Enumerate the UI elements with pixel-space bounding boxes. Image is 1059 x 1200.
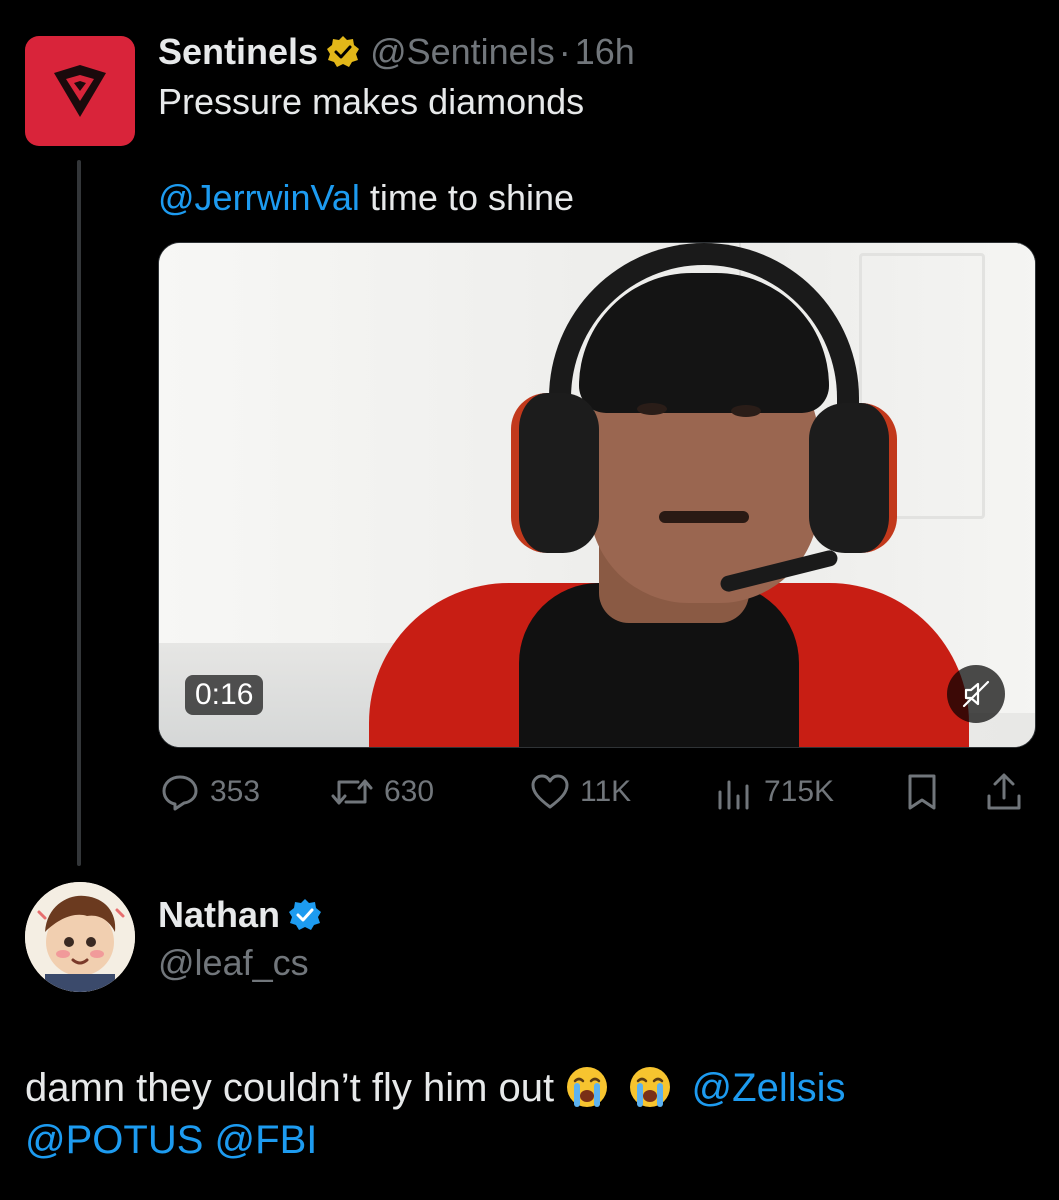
like-button[interactable]: 11K <box>530 770 631 814</box>
tweet-text-line-2: @JerrwinVal time to shine <box>158 176 574 220</box>
reply-count: 353 <box>210 775 261 808</box>
sentinels-logo-icon <box>54 65 106 117</box>
like-count: 11K <box>580 775 632 808</box>
tweet-header: Sentinels @Sentinels · 16h <box>158 30 635 74</box>
mention-potus[interactable]: @POTUS <box>25 1118 203 1162</box>
loudly-crying-face-emoji <box>630 1067 671 1107</box>
author-name[interactable]: Sentinels <box>158 30 318 74</box>
reply-icon <box>162 775 198 811</box>
loudly-crying-face-emoji <box>567 1067 608 1107</box>
share-button[interactable] <box>984 770 1024 814</box>
mute-icon <box>962 680 990 708</box>
tweet-actions-bar: 353 630 11K 715K <box>158 770 1038 814</box>
like-icon <box>531 774 569 809</box>
video-player[interactable]: 0:16 <box>158 242 1036 748</box>
reply-button[interactable]: 353 <box>160 770 260 814</box>
video-duration-badge: 0:16 <box>185 675 264 715</box>
reply-text: damn they couldn’t fly him out @Zellsis … <box>25 1062 1025 1166</box>
reply-author-name[interactable]: Nathan <box>158 893 280 937</box>
author-handle[interactable]: @Sentinels <box>370 30 555 74</box>
thread-connector-line <box>77 160 81 866</box>
reply-text-body: damn they couldn’t fly him out <box>25 1066 555 1110</box>
views-button[interactable]: 715K <box>714 770 834 814</box>
mention-zellsis[interactable]: @Zellsis <box>692 1066 846 1110</box>
share-icon <box>987 773 1021 810</box>
timestamp[interactable]: 16h <box>575 30 635 74</box>
video-frame-eye-left <box>637 403 667 415</box>
video-frame-headset-left-cup <box>511 393 599 553</box>
mute-button[interactable] <box>947 665 1005 723</box>
tweet-text-continuation: time to shine <box>359 177 575 218</box>
mention-link[interactable]: @JerrwinVal <box>158 177 360 218</box>
views-icon <box>718 780 749 810</box>
repost-button[interactable]: 630 <box>330 770 434 814</box>
bookmark-icon <box>908 774 936 810</box>
verified-blue-icon[interactable] <box>288 898 322 932</box>
reply-author-handle[interactable]: @leaf_cs <box>158 941 309 985</box>
mention-fbi[interactable]: @FBI <box>215 1118 318 1162</box>
video-frame-headset-right-cup <box>809 403 897 553</box>
video-frame-eye-right <box>731 405 761 417</box>
sentinels-avatar[interactable] <box>25 36 135 146</box>
cartoon-avatar-image <box>25 882 135 992</box>
repost-count: 630 <box>384 775 435 808</box>
repost-icon <box>331 779 373 805</box>
views-count: 715K <box>764 775 835 808</box>
verified-gold-icon[interactable] <box>326 35 360 69</box>
tweet-thread: Sentinels @Sentinels · 16h Pressure make… <box>0 0 1059 1200</box>
nathan-avatar[interactable] <box>25 882 135 992</box>
tweet-text-line-1: Pressure makes diamonds <box>158 81 585 122</box>
reply-author: Nathan <box>158 893 322 937</box>
separator-dot: · <box>558 31 571 72</box>
video-frame-mustache <box>659 511 749 523</box>
bookmark-button[interactable] <box>902 770 942 814</box>
